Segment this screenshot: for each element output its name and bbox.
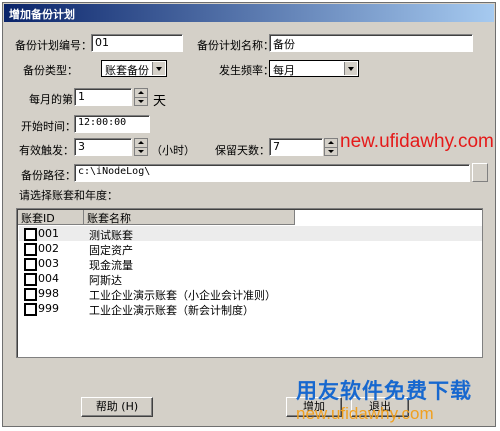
account-id: 001 [38, 227, 59, 240]
list-item[interactable]: 003 现金流量 [19, 256, 482, 272]
start-time-input[interactable]: 12:00:00 [74, 115, 150, 133]
list-item[interactable]: 001 测试账套 [19, 226, 482, 242]
spin-down-icon[interactable] [325, 147, 337, 155]
help-button[interactable]: 帮助 (H) [81, 397, 153, 417]
day-spinner[interactable] [134, 88, 148, 106]
list-item[interactable]: 999 工业企业演示账套（新会计制度） [19, 301, 482, 317]
day-unit-label: 天 [153, 94, 167, 109]
row-checkbox[interactable] [24, 303, 37, 316]
account-id: 004 [38, 272, 59, 285]
select-account-prompt: 请选择账套和年度： [19, 189, 118, 202]
trigger-spinner[interactable] [134, 138, 148, 156]
plan-name-label: 备份计划名称： [197, 39, 274, 52]
chevron-down-icon[interactable] [344, 62, 357, 75]
keep-days-label: 保留天数： [215, 144, 270, 157]
account-id: 998 [38, 287, 59, 300]
account-id: 999 [38, 302, 59, 315]
list-item[interactable]: 998 工业企业演示账套（小企业会计准则） [19, 286, 482, 302]
watermark-brand: 用友软件免费下载 [296, 379, 472, 403]
backup-type-select[interactable]: 账套备份 [101, 60, 167, 77]
row-checkbox[interactable] [24, 228, 37, 241]
title-bar[interactable]: 增加备份计划 [4, 4, 494, 22]
backup-path-label: 备份路径： [21, 169, 76, 182]
trigger-unit-label: （小时） [151, 144, 195, 157]
keep-days-input[interactable]: 7 [269, 138, 323, 156]
row-checkbox[interactable] [24, 258, 37, 271]
start-time-label: 开始时间： [21, 120, 76, 133]
row-checkbox[interactable] [24, 273, 37, 286]
add-backup-plan-dialog: 增加备份计划 备份计划编号： 01 备份计划名称： 备份 备份类型： 账套备份 … [2, 2, 496, 427]
chevron-down-icon[interactable] [152, 62, 165, 75]
day-of-month-label: 每月的第 [29, 93, 73, 106]
account-id: 003 [38, 257, 59, 270]
account-list[interactable]: 账套ID 账套名称 001 测试账套 002 固定资产 003 现金流量 004… [16, 208, 483, 358]
spin-down-icon[interactable] [135, 97, 147, 105]
backup-path-input[interactable]: c:\iNodeLog\ [74, 164, 470, 182]
plan-no-input[interactable]: 01 [91, 34, 183, 52]
trigger-input[interactable]: 3 [74, 138, 132, 156]
row-checkbox[interactable] [24, 288, 37, 301]
trigger-label: 有效触发： [19, 144, 74, 157]
keep-days-spinner[interactable] [324, 138, 338, 156]
list-item[interactable]: 004 阿斯达 [19, 271, 482, 287]
column-header-id[interactable]: 账套ID [18, 210, 84, 225]
account-name: 工业企业演示账套（新会计制度） [89, 304, 254, 317]
browse-button[interactable] [472, 163, 488, 182]
watermark-url: new.ufidawhy.com [340, 131, 494, 152]
dialog-title: 增加备份计划 [9, 8, 75, 21]
frequency-label: 发生频率： [219, 64, 274, 77]
day-of-month-input[interactable]: 1 [74, 88, 132, 106]
spin-down-icon[interactable] [135, 147, 147, 155]
account-id: 002 [38, 242, 59, 255]
plan-no-label: 备份计划编号： [15, 39, 92, 52]
backup-type-value: 账套备份 [105, 64, 149, 77]
plan-name-input[interactable]: 备份 [269, 34, 473, 52]
column-header-name[interactable]: 账套名称 [84, 210, 295, 225]
frequency-select[interactable]: 每月 [269, 60, 359, 77]
list-item[interactable]: 002 固定资产 [19, 241, 482, 257]
backup-type-label: 备份类型： [23, 64, 78, 77]
frequency-value: 每月 [273, 64, 295, 77]
watermark-url-bottom: new.ufidawhy.com [296, 404, 434, 423]
row-checkbox[interactable] [24, 243, 37, 256]
